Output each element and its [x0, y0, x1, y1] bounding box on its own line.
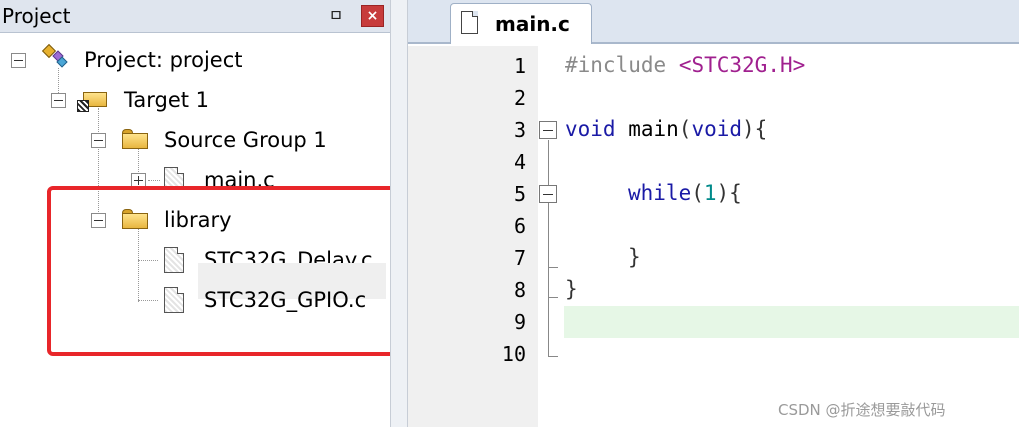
punctuation: (: [691, 181, 704, 205]
line-number: 1: [513, 54, 526, 78]
project-icon: [40, 43, 70, 70]
fold-guide: [548, 267, 558, 268]
line-number: 2: [513, 86, 526, 110]
code-line-5: while(1){: [628, 181, 742, 205]
tree-item-label: Project: project: [84, 48, 243, 72]
collapse-icon[interactable]: [51, 93, 66, 108]
tree-item-project[interactable]: Project: project: [0, 43, 300, 80]
closing-brace: }: [628, 245, 641, 269]
fold-collapse-icon[interactable]: [539, 121, 557, 139]
line-number-gutter: 1 2 3 4 5 6 7 8 9 10: [408, 46, 538, 427]
closing-brace: }: [565, 277, 578, 301]
project-pane-title: Project: [2, 4, 71, 28]
current-line-highlight: [564, 306, 1019, 338]
editor-tab-bar: main.c: [408, 0, 1019, 44]
keyword: void: [691, 117, 743, 141]
code-line-1: #include <STC32G.H>: [565, 53, 805, 77]
line-number: 9: [513, 310, 526, 334]
fold-collapse-icon[interactable]: [539, 185, 557, 203]
tab-label: main.c: [495, 12, 570, 36]
line-number: 5: [513, 182, 526, 206]
keyword: while: [628, 181, 692, 205]
annotation-highlight-box: [47, 186, 417, 356]
fold-guide: [548, 298, 549, 356]
expand-icon[interactable]: [131, 173, 146, 186]
code-line-3: void main(void){: [565, 117, 767, 141]
tree-item-label: Target 1: [124, 88, 210, 112]
line-number: 6: [513, 214, 526, 238]
tree-item-target[interactable]: Target 1: [0, 84, 300, 120]
tree-item-label: Source Group 1: [164, 128, 327, 152]
fold-guide: [548, 356, 558, 357]
pin-icon[interactable]: ㅁ: [326, 6, 346, 26]
project-pane: Project ㅁ × Project: project Target 1 So…: [0, 0, 417, 427]
close-icon[interactable]: ×: [361, 5, 384, 27]
keyword: void: [565, 117, 616, 141]
line-number: 4: [513, 150, 526, 174]
preprocessor-directive: #include: [565, 53, 667, 77]
number-literal: 1: [703, 181, 717, 205]
punctuation: ){: [742, 117, 768, 141]
file-icon: [164, 167, 184, 186]
watermark-text: CSDN @折途想要敲代码: [778, 401, 946, 419]
punctuation: (: [678, 117, 692, 141]
tree-item-label: main.c: [204, 168, 275, 186]
line-number: 8: [513, 278, 526, 302]
punctuation: ){: [716, 181, 742, 205]
code-area[interactable]: [538, 46, 1019, 427]
fold-guide: [548, 140, 549, 297]
line-number: 10: [501, 342, 526, 366]
collapse-icon[interactable]: [91, 133, 106, 148]
code-line-8: }: [565, 277, 578, 301]
file-icon: [461, 11, 478, 34]
target-icon: [77, 86, 109, 112]
function-name: main: [615, 117, 679, 141]
tree-item-source-group[interactable]: Source Group 1: [0, 124, 340, 160]
tab-main-c[interactable]: main.c: [450, 3, 592, 44]
collapse-icon[interactable]: [11, 53, 26, 68]
folder-icon: [120, 127, 150, 151]
tree-item-main-c[interactable]: main.c: [0, 164, 340, 186]
code-line-7: }: [628, 245, 641, 269]
project-pane-header: Project ㅁ ×: [0, 0, 390, 33]
pane-splitter[interactable]: [390, 0, 408, 427]
line-number: 7: [513, 246, 526, 270]
line-number: 3: [513, 118, 526, 142]
fold-guide: [548, 297, 558, 298]
include-header: <STC32G.H>: [678, 53, 806, 77]
code-editor: main.c 1 2 3 4 5 6 7 8 9 10 #include <ST…: [408, 0, 1019, 427]
